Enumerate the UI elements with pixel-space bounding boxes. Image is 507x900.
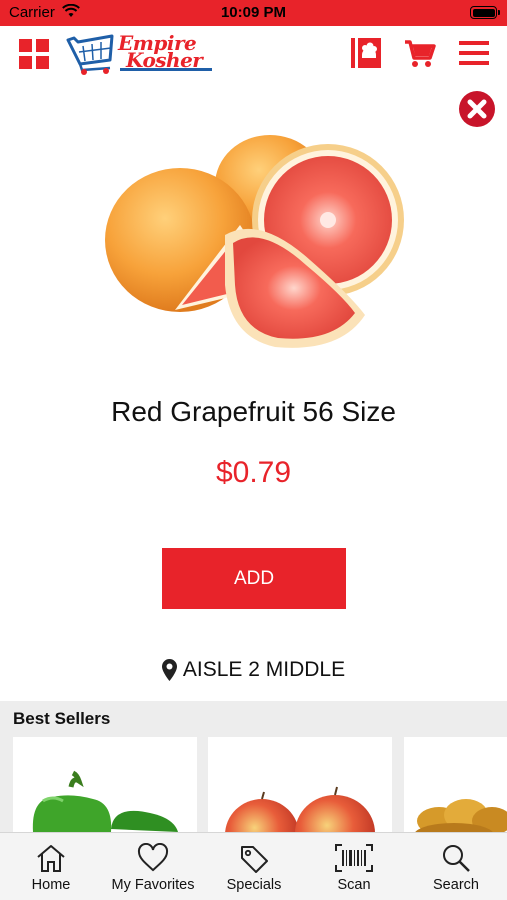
add-to-cart-button[interactable]: ADD <box>162 548 346 609</box>
tab-search-label: Search <box>433 877 479 893</box>
product-title: Red Grapefruit 56 Size <box>111 396 396 427</box>
close-icon <box>461 93 493 125</box>
best-seller-card[interactable] <box>13 737 197 836</box>
close-button[interactable] <box>459 91 495 127</box>
apples-image <box>225 786 375 836</box>
cart-icon[interactable] <box>403 36 437 70</box>
status-time: 10:09 PM <box>220 4 287 21</box>
status-bar: Carrier 10:09 PM <box>0 0 507 26</box>
tab-scan[interactable]: Scan <box>324 833 384 900</box>
product-image <box>105 135 404 348</box>
tab-search[interactable]: Search <box>424 833 488 900</box>
aisle-location: AISLE 2 MIDDLE <box>0 658 507 682</box>
product-price: $0.79 <box>215 456 292 489</box>
home-icon <box>37 845 65 872</box>
empire-kosher-logo[interactable]: Empire Kosher <box>66 31 216 76</box>
best-seller-card[interactable] <box>404 737 507 836</box>
app-header: Empire Kosher <box>0 26 507 82</box>
best-sellers-title: Best Sellers <box>13 709 111 728</box>
search-icon <box>443 845 470 872</box>
shopping-cart-logo-icon <box>66 34 114 75</box>
tab-bar: Home My Favorites Specials Scan Search <box>0 832 507 900</box>
store-card-icon[interactable] <box>349 36 383 70</box>
hamburger-menu-icon[interactable] <box>457 36 491 70</box>
challah-bread-image <box>414 799 507 836</box>
grid-menu-icon[interactable] <box>19 39 49 69</box>
tab-my-favorites-label: My Favorites <box>111 877 195 893</box>
location-pin-icon <box>161 659 177 681</box>
tab-specials[interactable]: Specials <box>220 833 288 900</box>
tab-specials-label: Specials <box>226 877 282 893</box>
tab-my-favorites[interactable]: My Favorites <box>105 833 201 900</box>
best-sellers-section: Best Sellers <box>0 701 507 836</box>
tag-icon <box>241 846 268 873</box>
best-seller-card[interactable] <box>208 737 392 836</box>
heart-icon <box>137 843 169 872</box>
green-peppers-image <box>32 770 178 832</box>
tab-scan-label: Scan <box>337 877 371 893</box>
barcode-icon <box>335 844 373 872</box>
aisle-label: AISLE 2 MIDDLE <box>182 658 346 681</box>
battery-icon <box>470 6 500 19</box>
logo-underline <box>120 68 212 71</box>
tab-home[interactable]: Home <box>18 833 84 900</box>
tab-home-label: Home <box>31 877 71 893</box>
